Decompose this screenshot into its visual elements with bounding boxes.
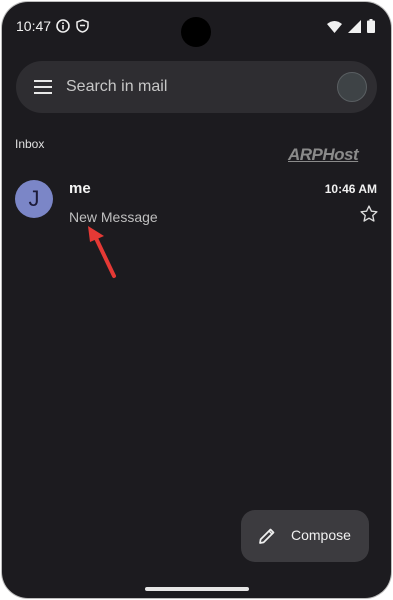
email-time: 10:46 AM: [324, 182, 377, 196]
email-subject: New Message: [69, 209, 158, 225]
sender-avatar[interactable]: J: [15, 180, 53, 218]
email-list-item[interactable]: J me 10:46 AM New Message: [2, 170, 391, 236]
home-indicator[interactable]: [145, 587, 249, 591]
menu-icon[interactable]: [34, 79, 52, 95]
account-avatar[interactable]: [337, 72, 367, 102]
search-placeholder[interactable]: Search in mail: [66, 78, 167, 96]
compose-button[interactable]: Compose: [241, 510, 369, 562]
camera-cutout: [181, 17, 211, 47]
watermark-logo: ARPHost: [288, 145, 359, 164]
compose-label: Compose: [291, 527, 351, 543]
shield-icon: [76, 19, 89, 38]
star-icon[interactable]: [359, 204, 379, 224]
phone-screen: 10:47 Search in mail Inbox ARPHost J me …: [2, 2, 391, 598]
status-bar: 10:47: [2, 2, 391, 50]
signal-icon: [348, 19, 361, 38]
info-icon: [56, 19, 70, 38]
inbox-label: Inbox: [15, 137, 45, 151]
email-sender: me: [69, 180, 91, 197]
annotation-arrow-icon: [84, 224, 124, 282]
search-bar[interactable]: Search in mail: [16, 61, 377, 113]
pencil-icon: [257, 526, 277, 546]
battery-icon: [367, 19, 375, 38]
wifi-icon: [327, 20, 342, 38]
status-time: 10:47: [16, 18, 52, 34]
